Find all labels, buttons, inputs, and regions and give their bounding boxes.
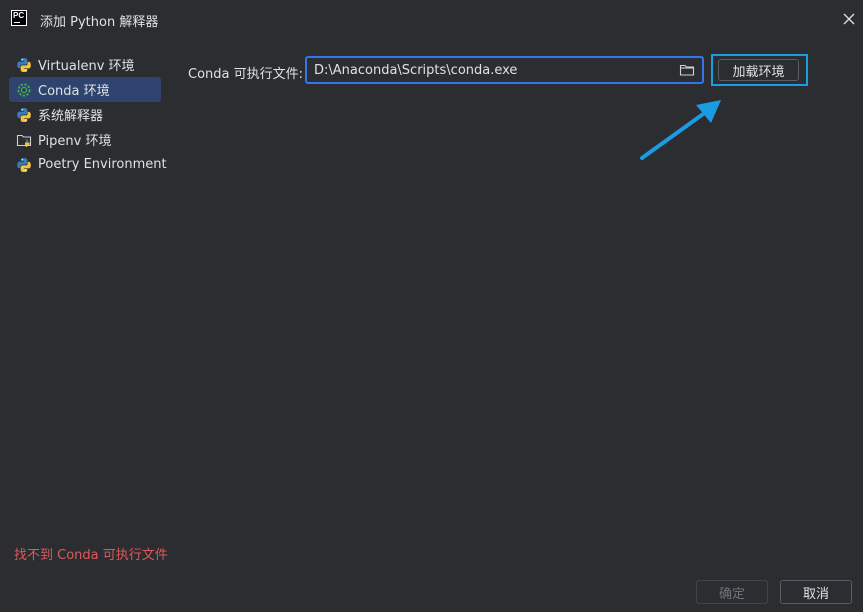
conda-executable-row: Conda 可执行文件: D:\Anaconda\Scripts\conda.e… — [188, 54, 808, 86]
ok-button[interactable]: 确定 — [696, 580, 768, 604]
python-icon — [16, 57, 32, 73]
python-icon — [16, 157, 32, 173]
load-environments-button[interactable]: 加载环境 — [718, 59, 799, 81]
conda-icon — [16, 82, 32, 98]
conda-executable-label: Conda 可执行文件: — [188, 67, 304, 82]
sidebar-item-label: Virtualenv 环境 — [38, 59, 135, 74]
pipenv-folder-icon — [16, 132, 32, 148]
close-icon — [843, 13, 855, 25]
title-bar: PC 添加 Python 解释器 — [0, 0, 863, 38]
sidebar-item-label: 系统解释器 — [38, 109, 104, 124]
window-title: 添加 Python 解释器 — [40, 15, 159, 30]
python-icon — [16, 107, 32, 123]
sidebar-item-label: Conda 环境 — [38, 84, 110, 99]
folder-icon[interactable] — [679, 62, 695, 78]
pointer-arrow-icon — [640, 100, 721, 160]
sidebar-item-system-interpreter[interactable]: 系统解释器 — [9, 102, 161, 127]
error-message: 找不到 Conda 可执行文件 — [14, 548, 168, 563]
sidebar-item-label: Poetry Environment — [38, 157, 167, 172]
conda-path-value: D:\Anaconda\Scripts\conda.exe — [314, 62, 518, 78]
cancel-button[interactable]: 取消 — [780, 580, 852, 604]
interpreter-type-list: Virtualenv 环境 Conda 环境 系统解释器 Pipenv 环境 P… — [9, 52, 167, 177]
sidebar-item-virtualenv[interactable]: Virtualenv 环境 — [9, 52, 161, 77]
close-button[interactable] — [839, 9, 859, 29]
conda-path-input[interactable]: D:\Anaconda\Scripts\conda.exe — [305, 56, 704, 84]
sidebar-item-label: Pipenv 环境 — [38, 134, 112, 149]
pycharm-logo-icon: PC — [11, 10, 27, 26]
sidebar-item-conda[interactable]: Conda 环境 — [9, 77, 161, 102]
sidebar-item-poetry[interactable]: Poetry Environment — [9, 152, 167, 177]
sidebar-item-pipenv[interactable]: Pipenv 环境 — [9, 127, 161, 152]
